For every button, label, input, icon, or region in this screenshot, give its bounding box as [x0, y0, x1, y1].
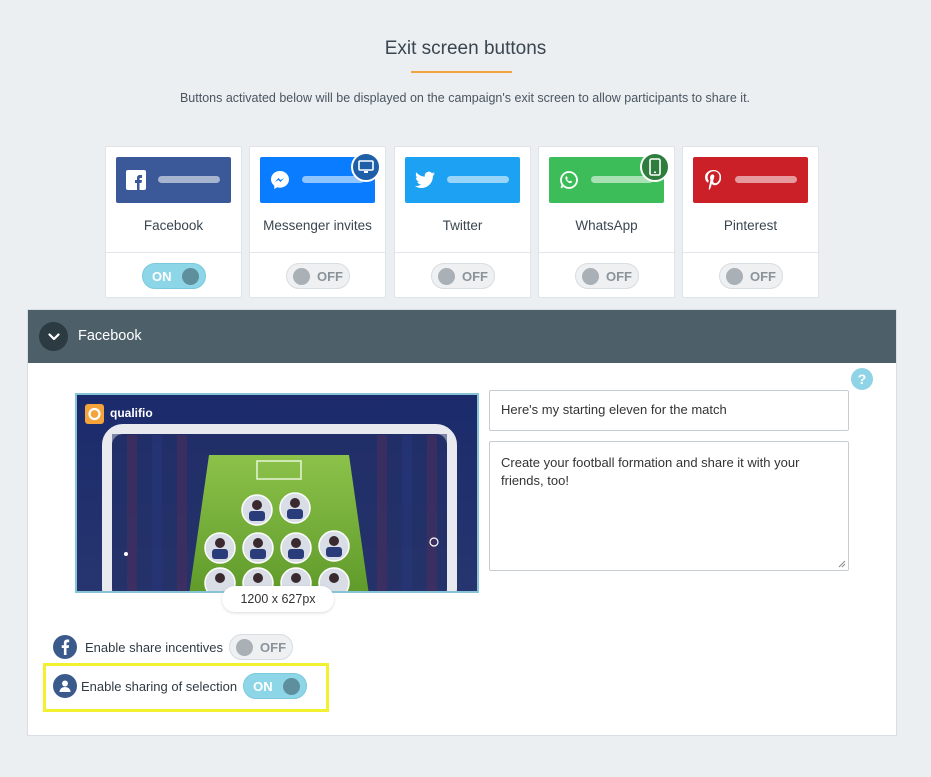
page-subtitle: Buttons activated below will be displaye…: [179, 91, 751, 105]
mobile-icon: [640, 152, 670, 182]
share-card-facebook: Facebook ON: [105, 146, 242, 298]
highlight-box: [43, 663, 329, 712]
share-title-input[interactable]: Here's my starting eleven for the match: [489, 390, 849, 431]
banner-bar: [447, 176, 509, 183]
title-underline: [411, 71, 512, 73]
share-incentives-toggle[interactable]: OFF: [229, 634, 294, 660]
help-icon[interactable]: ?: [851, 368, 873, 390]
share-card-pinterest: Pinterest OFF: [682, 146, 819, 298]
share-description-textarea[interactable]: Create your football formation and share…: [489, 441, 849, 571]
facebook-icon: [126, 170, 146, 190]
resize-handle-icon[interactable]: [838, 560, 846, 568]
facebook-banner: [116, 157, 231, 203]
toggle-knob: [582, 268, 599, 285]
card-label: WhatsApp: [575, 218, 638, 233]
twitter-banner: [405, 157, 520, 203]
option-label: Enable share incentives: [85, 639, 224, 655]
banner-bar: [158, 176, 220, 183]
desktop-icon: [351, 152, 381, 182]
share-card-whatsapp: WhatsApp OFF: [538, 146, 675, 298]
card-label: Pinterest: [723, 218, 778, 233]
toggle-text: OFF: [260, 640, 287, 655]
card-label: Twitter: [442, 218, 483, 233]
whatsapp-icon: [559, 170, 579, 190]
card-label: Messenger invites: [263, 218, 372, 233]
option-share-incentives: Enable share incentives OFF: [53, 634, 294, 660]
card-divider: [683, 252, 818, 253]
facebook-settings-panel: Facebook ? qualifio 1200 x 627px Here's …: [27, 309, 897, 736]
panel-title: Facebook: [78, 328, 142, 344]
messenger-icon: [270, 170, 290, 190]
toggle-knob: [182, 268, 199, 285]
preview-illustration: [77, 395, 477, 591]
card-divider: [250, 252, 385, 253]
facebook-circle-icon: [53, 635, 77, 659]
toggle-knob: [438, 268, 455, 285]
toggle-knob: [236, 639, 254, 656]
pinterest-icon: [703, 170, 723, 190]
chevron-down-icon[interactable]: [39, 322, 68, 351]
card-label: Facebook: [143, 218, 204, 233]
toggle-knob: [293, 268, 310, 285]
twitter-icon: [415, 170, 435, 190]
share-card-messenger: Messenger invites OFF: [249, 146, 386, 298]
pinterest-toggle[interactable]: OFF: [719, 263, 783, 289]
facebook-toggle[interactable]: ON: [142, 263, 206, 289]
card-divider: [106, 252, 241, 253]
toggle-knob: [726, 268, 743, 285]
card-divider: [395, 252, 530, 253]
image-size-label: 1200 x 627px: [222, 586, 334, 612]
messenger-toggle[interactable]: OFF: [286, 263, 350, 289]
share-description-text: Create your football formation and share…: [501, 455, 800, 488]
toggle-text: OFF: [606, 269, 632, 284]
whatsapp-toggle[interactable]: OFF: [575, 263, 639, 289]
toggle-text: ON: [152, 269, 172, 284]
share-image-preview[interactable]: qualifio: [75, 393, 479, 593]
page-title: Exit screen buttons: [384, 38, 547, 59]
card-divider: [539, 252, 674, 253]
toggle-text: OFF: [462, 269, 488, 284]
share-card-twitter: Twitter OFF: [394, 146, 531, 298]
toggle-text: OFF: [750, 269, 776, 284]
panel-header[interactable]: Facebook: [28, 310, 896, 363]
banner-bar: [735, 176, 797, 183]
pinterest-banner: [693, 157, 808, 203]
toggle-text: OFF: [317, 269, 343, 284]
twitter-toggle[interactable]: OFF: [431, 263, 495, 289]
qualifio-logo: qualifio: [110, 406, 153, 420]
